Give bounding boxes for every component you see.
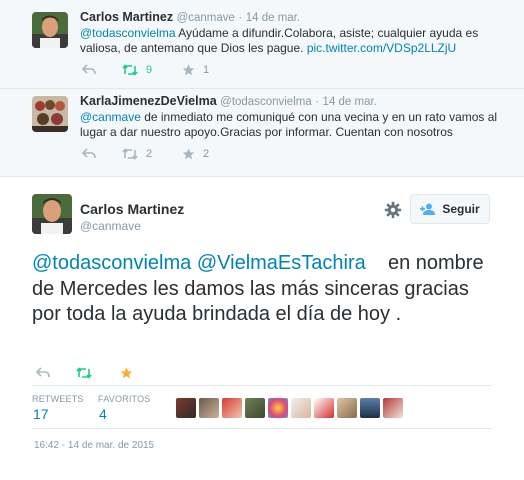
user-name[interactable]: Carlos Martinez bbox=[80, 10, 173, 24]
add-user-icon bbox=[420, 203, 436, 215]
favorite-count: 2 bbox=[203, 148, 210, 160]
tweet-header: KarlaJimenezDeVielma @todasconvielma · 1… bbox=[80, 94, 377, 108]
divider bbox=[32, 428, 492, 429]
reply-button[interactable] bbox=[82, 148, 96, 160]
favorite-button[interactable]: 1 bbox=[182, 64, 209, 76]
retweet-count: 2 bbox=[146, 148, 153, 160]
retweet-count: 9 bbox=[146, 64, 153, 76]
separator: · bbox=[238, 12, 243, 24]
avatar[interactable] bbox=[268, 398, 288, 418]
retweet-icon bbox=[122, 64, 138, 76]
mention-link[interactable]: @VielmaEsTachira bbox=[197, 252, 366, 274]
tweet-time[interactable]: 14 de mar. bbox=[246, 12, 300, 24]
permalink-tweet: Carlos Martinez @canmave Seguir @todasco… bbox=[0, 177, 524, 480]
avatar[interactable] bbox=[32, 194, 72, 234]
retweets-label: RETWEETS bbox=[32, 394, 84, 404]
favorite-button[interactable]: 2 bbox=[182, 148, 209, 160]
retweet-button[interactable]: 2 bbox=[122, 148, 152, 160]
tweet-time[interactable]: 14 de mar. bbox=[323, 96, 377, 108]
follow-button[interactable]: Seguir bbox=[410, 194, 490, 224]
gear-icon[interactable] bbox=[384, 201, 402, 219]
mention-link[interactable]: @todasconvielma bbox=[32, 252, 191, 274]
star-icon bbox=[182, 148, 195, 160]
star-icon bbox=[182, 64, 195, 76]
avatar[interactable] bbox=[199, 398, 219, 418]
retweets-count[interactable]: 17 bbox=[33, 406, 49, 422]
mention-link[interactable]: @canmave bbox=[80, 110, 141, 124]
reply-button[interactable] bbox=[82, 64, 96, 76]
user-handle[interactable]: @canmave bbox=[80, 219, 141, 233]
divider bbox=[32, 385, 492, 386]
avatar[interactable] bbox=[337, 398, 357, 418]
favorites-count[interactable]: 4 bbox=[99, 406, 107, 422]
tweet-text: @todasconvielma Ayúdame a difundir.Colab… bbox=[80, 26, 500, 56]
context-tweet[interactable]: Carlos Martinez @canmave · 14 de mar. @t… bbox=[0, 0, 524, 89]
avatar[interactable] bbox=[176, 398, 196, 418]
favorite-count: 1 bbox=[203, 64, 210, 76]
user-name[interactable]: Carlos Martinez bbox=[80, 201, 184, 217]
star-icon bbox=[120, 367, 133, 379]
user-name[interactable]: KarlaJimenezDeVielma bbox=[80, 94, 217, 108]
favorite-button[interactable] bbox=[120, 367, 133, 379]
reply-button[interactable] bbox=[36, 367, 50, 379]
pic-link[interactable]: pic.twitter.com/VDSp2LLZjU bbox=[307, 41, 456, 55]
tweet-header: Carlos Martinez @canmave · 14 de mar. bbox=[80, 10, 300, 24]
avatar[interactable] bbox=[291, 398, 311, 418]
avatar[interactable] bbox=[360, 398, 380, 418]
avatar[interactable] bbox=[314, 398, 334, 418]
retweet-icon bbox=[122, 148, 138, 160]
avatar[interactable] bbox=[383, 398, 403, 418]
user-handle[interactable]: @todasconvielma bbox=[220, 96, 312, 108]
avatar[interactable] bbox=[32, 96, 68, 132]
separator: · bbox=[315, 96, 320, 108]
conversation-context: Carlos Martinez @canmave · 14 de mar. @t… bbox=[0, 0, 524, 177]
mention-link[interactable]: @todasconvielma bbox=[80, 26, 176, 40]
retweet-icon bbox=[76, 367, 92, 379]
retweet-button[interactable]: 9 bbox=[122, 64, 152, 76]
avatar[interactable] bbox=[32, 12, 68, 48]
avatar[interactable] bbox=[245, 398, 265, 418]
context-tweet[interactable]: KarlaJimenezDeVielma @todasconvielma · 1… bbox=[0, 88, 524, 176]
tweet-body: de inmediato me comuniqué con una vecina… bbox=[80, 110, 498, 139]
tweet-timestamp[interactable]: 16:42 - 14 de mar. de 2015 bbox=[34, 440, 154, 451]
follow-label: Seguir bbox=[442, 202, 480, 216]
tweet-text: @todasconvielma @VielmaEsTachira en nomb… bbox=[32, 251, 492, 328]
favorites-label: FAVORITOS bbox=[98, 394, 151, 404]
reply-icon bbox=[82, 148, 96, 159]
user-handle[interactable]: @canmave bbox=[177, 12, 235, 24]
tweet-text: @canmave de inmediato me comuniqué con u… bbox=[80, 110, 500, 140]
favorited-by-avatars bbox=[176, 398, 403, 418]
retweet-button[interactable] bbox=[76, 367, 92, 379]
reply-icon bbox=[82, 64, 96, 75]
avatar[interactable] bbox=[222, 398, 242, 418]
reply-icon bbox=[36, 367, 50, 378]
